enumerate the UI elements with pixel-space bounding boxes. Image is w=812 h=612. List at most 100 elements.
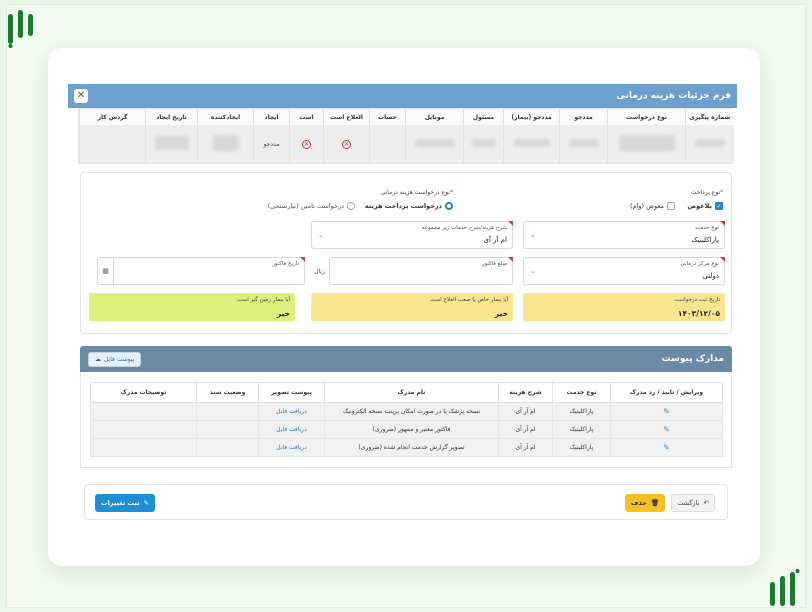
save-label: ثبت تغییرات (101, 499, 140, 507)
chevron-down-icon: ⌄ (318, 231, 324, 239)
checkbox-icon[interactable] (667, 202, 675, 210)
column-header: نوع خدمت (552, 382, 611, 403)
blurred-cell (197, 125, 254, 163)
close-icon[interactable]: ✕ (74, 89, 88, 103)
request-option-supply[interactable]: درخواست تامین (نیازسنجی) (268, 202, 355, 210)
field-label: تاریخ ثبت درخواست (674, 297, 720, 303)
document-name-cell: فاکتور معتبر و ممهور (ضروری) (324, 420, 499, 439)
back-label: بازگشت (677, 499, 700, 507)
column-header: مسئول (463, 109, 504, 125)
payment-option-grant[interactable]: ✓ بلاعوض (687, 202, 723, 210)
table-row: ✎ پاراکلینیک ام آر آی تصویر گزارش خدمت ا… (90, 438, 723, 457)
trash-icon: 🗑 (650, 499, 660, 507)
brand-logo-icon (8, 10, 33, 48)
column-header: موبایل (405, 109, 464, 125)
notes-cell (90, 420, 197, 439)
status-cell: ✕ (323, 125, 370, 163)
status-cell: ✕ (289, 125, 324, 163)
blurred-cell (607, 125, 686, 163)
column-header: نام مدرک (324, 382, 499, 403)
window-header: فرم جزئیات هزینه درمانی ✕ (68, 84, 737, 108)
document-name-cell: تصویر گزارش خدمت انجام شده (ضروری) (324, 438, 499, 457)
blurred-cell (503, 125, 560, 163)
edit-cell[interactable]: ✎ (610, 420, 723, 439)
column-header: پیوست تصویر (258, 382, 325, 403)
chevron-down-icon: ⌄ (530, 231, 536, 239)
empty-cell (369, 125, 406, 163)
notes-cell (90, 402, 197, 421)
request-date-box: تاریخ ثبت درخواست ۱۴۰۳/۱۲/۰۵ (523, 293, 725, 321)
edit-icon[interactable]: ✎ (663, 425, 670, 434)
currency-unit: ریال (314, 268, 325, 275)
invoice-amount-input[interactable]: مبلغ فاکتور (329, 257, 513, 285)
column-header: مددجو (بیمار) (503, 109, 560, 125)
radio-icon[interactable] (347, 202, 355, 210)
payment-type-label: *نوع پرداخت (690, 189, 723, 196)
back-button[interactable]: ↶ بازگشت (671, 494, 715, 512)
column-header: توضیحات مدرک (90, 382, 197, 403)
edit-cell[interactable]: ✎ (610, 438, 723, 457)
table-header-row: شماره پیگیری نوع درخواست مددجو مددجو (بی… (79, 109, 734, 125)
edit-icon[interactable]: ✎ (663, 407, 670, 416)
cross-icon: ✕ (342, 139, 351, 149)
column-header: ایجاد (253, 109, 290, 125)
field-value: ۱۴۰۳/۱۲/۰۵ (677, 309, 720, 318)
invoice-date-input[interactable]: تاریخ فاکتور ▦ (97, 257, 305, 285)
required-marker (508, 221, 513, 226)
status-cell (196, 420, 259, 439)
required-marker (720, 257, 725, 262)
calendar-icon[interactable]: ▦ (98, 258, 114, 284)
bedridden-box: آیا بیمار زمین گیر است خیر (89, 293, 295, 321)
column-header: است (289, 109, 324, 125)
empty-cell (79, 125, 146, 163)
center-type-select[interactable]: نوع مرکز درمانی دولتی ⌄ (523, 257, 725, 285)
checkbox-checked-icon[interactable]: ✓ (715, 202, 723, 210)
field-value: خیر (494, 309, 508, 318)
required-marker (300, 257, 305, 262)
cost-cell: ام آر آی (498, 402, 553, 421)
radio-selected-icon[interactable] (445, 202, 453, 210)
edit-icon[interactable]: ✎ (663, 443, 670, 452)
column-header: ویرایش / تایید / رد مدرک (610, 382, 723, 403)
cost-cell: ام آر آی (498, 438, 553, 457)
service-cell: پاراکلینیک (552, 402, 611, 421)
attach-file-button[interactable]: پیوست فایل ☁ (88, 351, 142, 367)
column-header: گردش کار (79, 109, 146, 125)
documents-title: مدارک پیوست (661, 354, 724, 364)
service-cell: پاراکلینیک (552, 438, 611, 457)
status-cell (196, 438, 259, 457)
column-header: شماره پیگیری (685, 109, 734, 125)
field-label: شرح هزینه/شرح خدمات زیر مجموعه (421, 225, 507, 231)
cost-cell: ام آر آی (498, 420, 553, 439)
column-header: تاریخ ایجاد (145, 109, 198, 125)
column-header: حساب (369, 109, 406, 125)
save-changes-button[interactable]: ✎ ثبت تغییرات (95, 494, 155, 512)
documents-panel: ویرایش / تایید / رد مدرک نوع خدمت شرح هز… (80, 372, 732, 468)
edit-cell[interactable]: ✎ (610, 402, 723, 421)
download-link[interactable]: دریافت فایل (258, 402, 325, 421)
download-link[interactable]: دریافت فایل (258, 438, 325, 457)
field-label: آیا بیمار خاص یا صعب العلاج است (430, 297, 508, 303)
download-link[interactable]: دریافت فایل (258, 420, 325, 439)
required-marker (508, 257, 513, 262)
field-value: ام آر آی (483, 236, 507, 244)
blurred-cell (145, 125, 198, 163)
table-row[interactable]: ✕ ✕ مددجو (79, 125, 734, 163)
attach-file-label: پیوست فایل (104, 355, 135, 363)
document-name-cell: نسخه پزشک یا در صورت امکان پرینت نسخه ال… (324, 402, 499, 421)
cost-description-select[interactable]: شرح هزینه/شرح خدمات زیر مجموعه ام آر آی … (311, 221, 513, 249)
incurable-box: آیا بیمار خاص یا صعب العلاج است خیر (311, 293, 513, 321)
column-header: وضعیت سند (196, 382, 259, 403)
documents-table: ویرایش / تایید / رد مدرک نوع خدمت شرح هز… (90, 382, 723, 457)
request-option-payment[interactable]: درخواست پرداخت هزینه (365, 202, 453, 210)
payment-option-loan[interactable]: معوض (وام) (630, 202, 675, 210)
notes-cell (90, 438, 197, 457)
status-cell (196, 402, 259, 421)
service-type-select[interactable]: نوع خدمت پاراکلینیک ⌄ (523, 221, 725, 249)
column-header: ایجادکننده (197, 109, 254, 125)
delete-button[interactable]: 🗑 حذف (625, 494, 665, 512)
requests-table: شماره پیگیری نوع درخواست مددجو مددجو (بی… (78, 108, 734, 164)
column-header: نوع درخواست (607, 109, 686, 125)
service-cell: پاراکلینیک (552, 420, 611, 439)
field-label: مبلغ فاکتور (481, 261, 507, 267)
